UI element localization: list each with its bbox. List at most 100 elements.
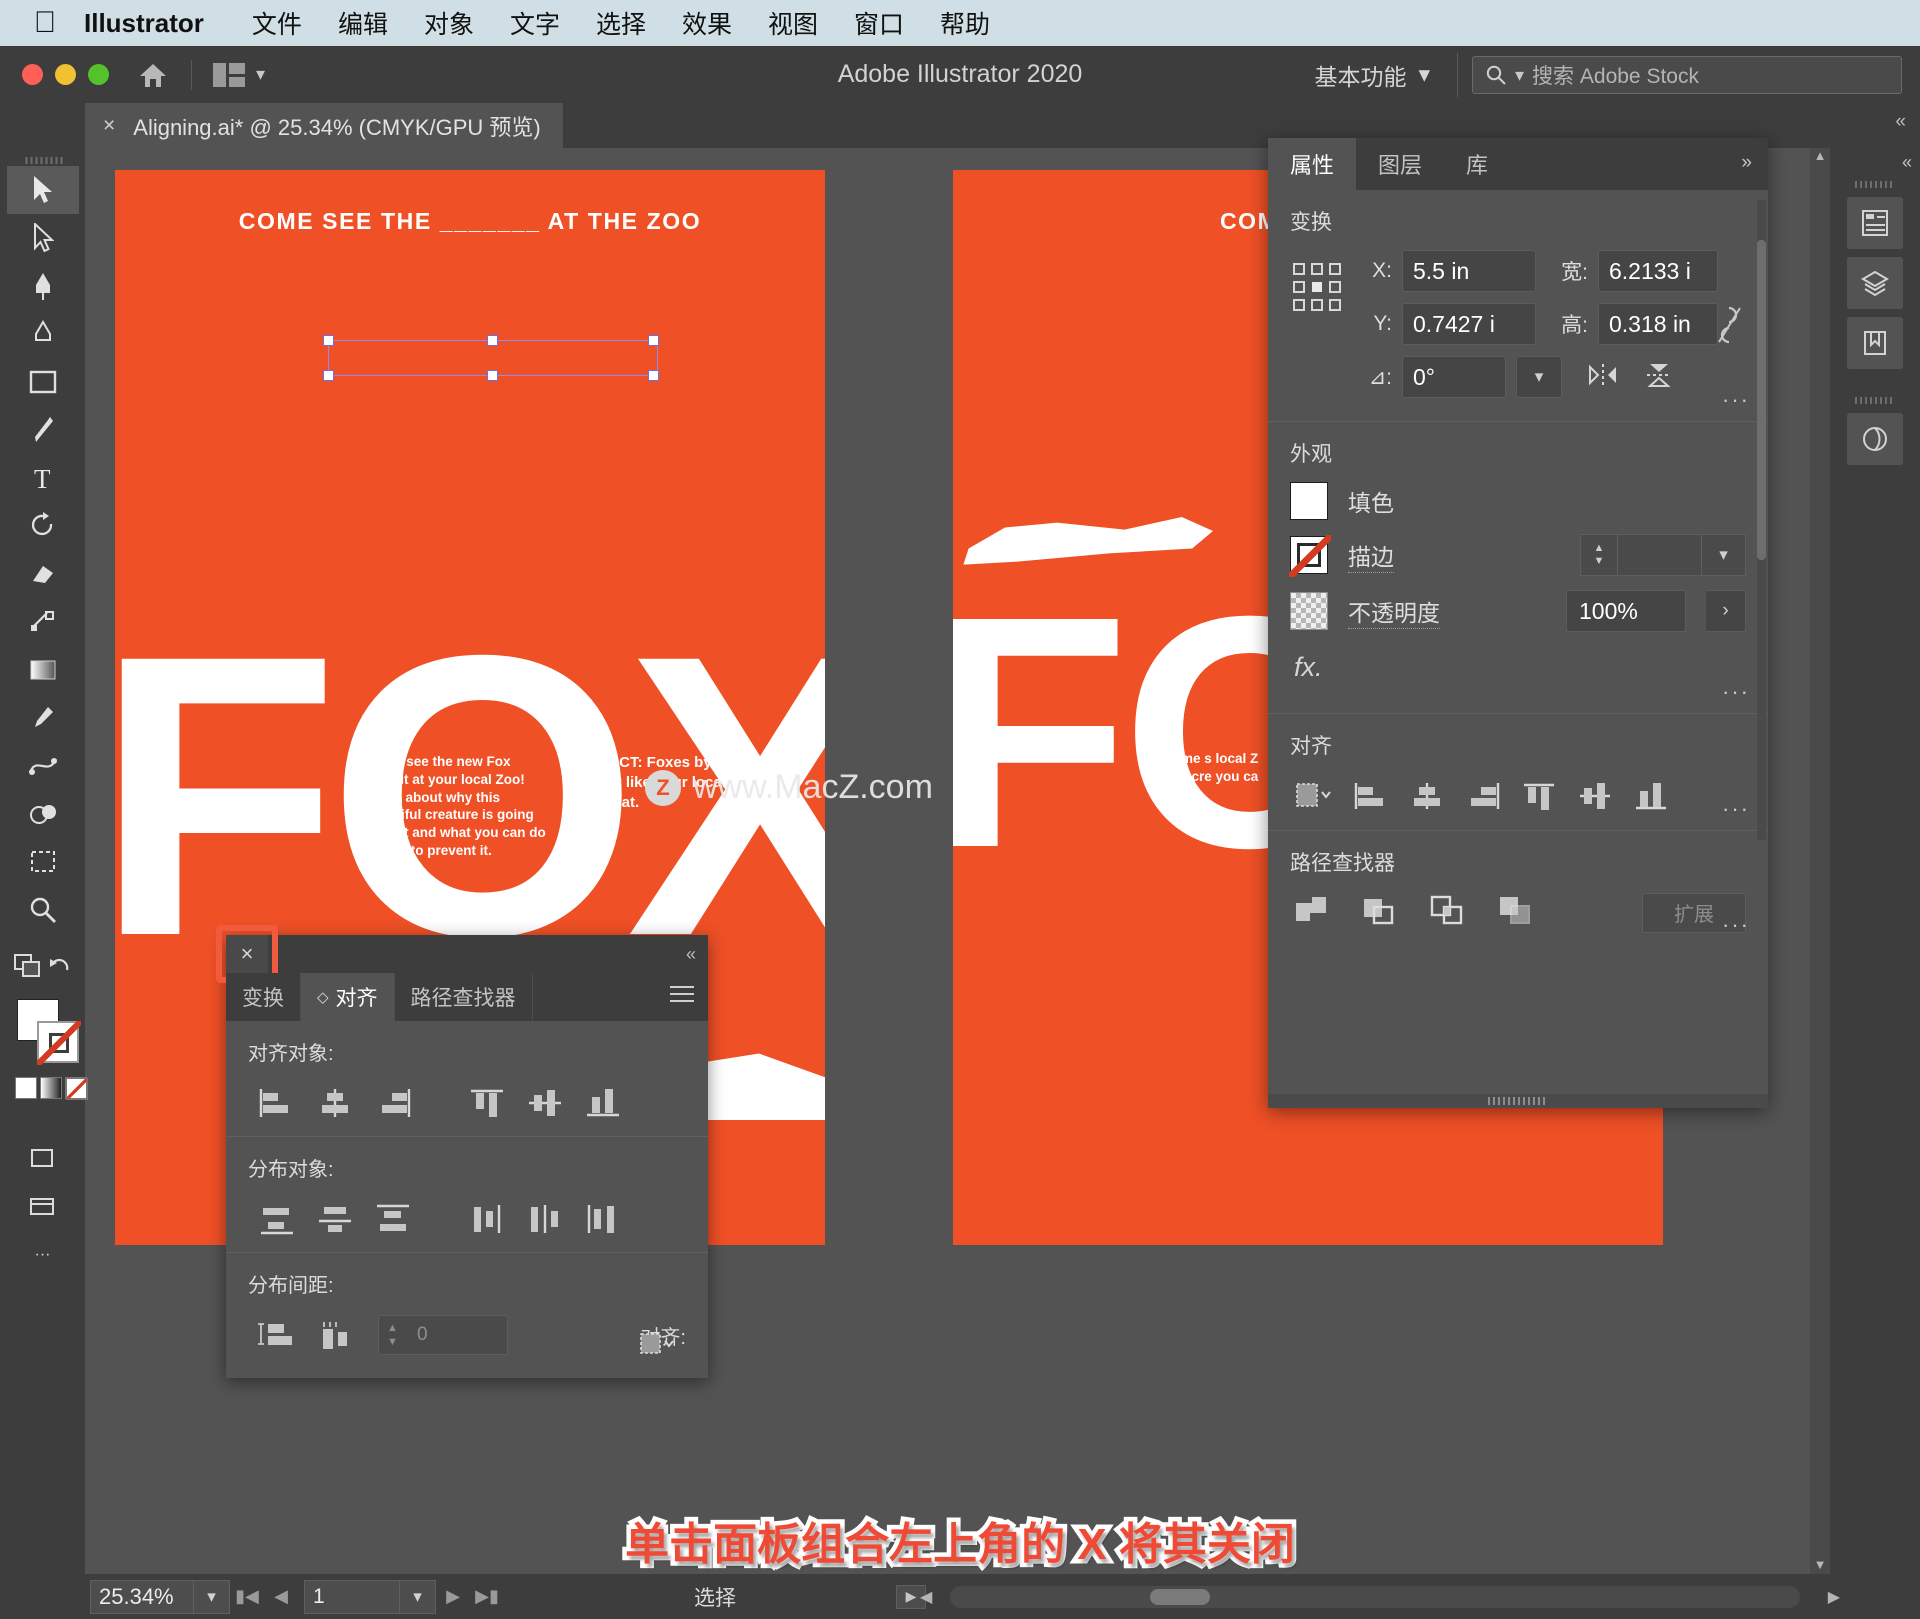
tool-zoom[interactable] bbox=[7, 886, 79, 934]
artboard1-body-text[interactable]: Come see the new Fox exhibit at your loc… bbox=[365, 753, 555, 860]
rail-collapse-icon[interactable]: « bbox=[1902, 152, 1912, 173]
menu-edit[interactable]: 编辑 bbox=[320, 5, 406, 41]
scroll-up-icon[interactable]: ▲ bbox=[1810, 148, 1830, 163]
align-panel[interactable]: × « 变换 ◇ 对齐 路径查找器 对齐对象: 分布对象: 分布间距: ▲ ▼ … bbox=[216, 925, 708, 1378]
y-input[interactable]: 0.7427 i bbox=[1402, 303, 1536, 345]
menu-object[interactable]: 对象 bbox=[406, 5, 492, 41]
tool-eraser[interactable] bbox=[7, 550, 79, 598]
align-vertical-centers-button[interactable] bbox=[516, 1080, 574, 1126]
flip-vertical-icon[interactable] bbox=[1642, 361, 1676, 394]
pathfinder-minus-front-button[interactable] bbox=[1358, 891, 1402, 934]
tool-eyedropper[interactable] bbox=[7, 694, 79, 742]
stroke-weight-dropdown-icon[interactable]: ▾ bbox=[1702, 534, 1746, 576]
tool-rotate[interactable] bbox=[7, 502, 79, 550]
props-align-left-edges-button[interactable] bbox=[1346, 774, 1396, 818]
tool-drawing-mode[interactable] bbox=[7, 1135, 79, 1183]
align-panel-titlebar[interactable]: × « bbox=[216, 925, 708, 983]
collapse-panels-icon[interactable]: « bbox=[1895, 111, 1906, 133]
canvas-horizontal-scrollbar[interactable] bbox=[950, 1585, 1800, 1608]
fill-swatch-button[interactable] bbox=[1290, 482, 1328, 520]
home-icon[interactable] bbox=[135, 57, 171, 93]
align-left-edges-button[interactable] bbox=[248, 1080, 306, 1126]
rail-grip-2[interactable] bbox=[1855, 395, 1895, 405]
tool-pen[interactable] bbox=[7, 262, 79, 310]
scroll-left-icon[interactable]: ◀ bbox=[920, 1587, 932, 1607]
rail-grip[interactable] bbox=[1855, 179, 1895, 189]
last-artboard-button[interactable]: ▶▮ bbox=[470, 1580, 504, 1614]
distribute-horizontal-centers-button[interactable] bbox=[516, 1196, 574, 1242]
props-align-right-edges-button[interactable] bbox=[1458, 774, 1508, 818]
reference-point-icon[interactable] bbox=[1290, 260, 1344, 314]
mac-app-name[interactable]: Illustrator bbox=[84, 8, 204, 39]
tool-rectangle[interactable] bbox=[7, 358, 79, 406]
workspace-switcher[interactable]: 基本功能 ▾ bbox=[1314, 58, 1430, 92]
zoom-level-input[interactable]: 25.34% bbox=[90, 1579, 194, 1614]
tool-curvature[interactable] bbox=[7, 310, 79, 358]
next-artboard-button[interactable]: ▶ bbox=[436, 1580, 470, 1614]
align-horizontal-centers-button[interactable] bbox=[306, 1080, 364, 1126]
tool-screen-mode-icon[interactable] bbox=[13, 952, 43, 985]
tool-blend[interactable] bbox=[7, 742, 79, 790]
distribute-top-edges-button[interactable] bbox=[248, 1196, 306, 1242]
tool-type[interactable]: T bbox=[7, 454, 79, 502]
pathfinder-more-options[interactable]: ··· bbox=[1722, 912, 1750, 938]
tool-selection[interactable] bbox=[6, 166, 79, 214]
first-artboard-button[interactable]: ▮◀ bbox=[230, 1580, 264, 1614]
tab-properties[interactable]: 属性 bbox=[1268, 138, 1357, 190]
distribute-vertical-centers-button[interactable] bbox=[306, 1196, 364, 1242]
flip-horizontal-icon[interactable] bbox=[1586, 361, 1620, 394]
arrange-dropdown-chevron-icon[interactable]: ▾ bbox=[256, 64, 265, 85]
spacing-input[interactable]: ▲ ▼ 0 bbox=[378, 1315, 508, 1355]
angle-dropdown-icon[interactable]: ▾ bbox=[1516, 356, 1562, 398]
close-window-button[interactable] bbox=[22, 64, 43, 85]
apple-icon[interactable]:  bbox=[28, 6, 62, 40]
effects-button[interactable]: fx. bbox=[1290, 646, 1746, 701]
props-align-bottom-edges-button[interactable] bbox=[1626, 774, 1676, 818]
panel-menu-icon[interactable] bbox=[670, 986, 694, 1007]
more-tools-button[interactable]: ··· bbox=[7, 1231, 79, 1279]
align-more-options[interactable]: ··· bbox=[1722, 796, 1750, 822]
opacity-options-icon[interactable]: › bbox=[1706, 590, 1746, 632]
horizontal-scroll-thumb[interactable] bbox=[1150, 1588, 1210, 1605]
properties-panel-scrollbar[interactable] bbox=[1757, 200, 1766, 840]
artboard-dropdown-icon[interactable]: ▾ bbox=[400, 1579, 436, 1614]
document-tab[interactable]: × Aligning.ai* @ 25.34% (CMYK/GPU 预览) bbox=[85, 103, 564, 148]
tool-scale[interactable] bbox=[7, 598, 79, 646]
menu-select[interactable]: 选择 bbox=[578, 5, 664, 41]
pathfinder-exclude-button[interactable] bbox=[1494, 891, 1538, 934]
stroke-swatch[interactable] bbox=[36, 1021, 81, 1065]
brushes-rail-icon[interactable] bbox=[1847, 413, 1903, 465]
maximize-window-button[interactable] bbox=[88, 64, 109, 85]
selection-handle-tl[interactable] bbox=[323, 335, 334, 346]
tab-layers[interactable]: 图层 bbox=[1356, 138, 1444, 190]
constrain-proportions-icon[interactable] bbox=[1714, 302, 1744, 353]
selection-handle-tr[interactable] bbox=[648, 335, 659, 346]
pathfinder-intersect-button[interactable] bbox=[1426, 891, 1470, 934]
tool-paintbrush[interactable] bbox=[7, 406, 79, 454]
tool-artboard[interactable] bbox=[7, 838, 79, 886]
libraries-rail-icon[interactable] bbox=[1847, 317, 1903, 369]
selection-handle-tc[interactable] bbox=[487, 335, 498, 346]
props-align-horizontal-centers-button[interactable] bbox=[1402, 774, 1452, 818]
width-input[interactable]: 6.2133 i bbox=[1598, 250, 1718, 292]
align-to-selection-button[interactable] bbox=[628, 1322, 686, 1368]
menu-view[interactable]: 视图 bbox=[750, 5, 836, 41]
scroll-right-icon[interactable]: ▶ bbox=[1828, 1587, 1840, 1607]
artboard1-fun-fact[interactable]: FUN FACT: Foxes by nature act a lot like… bbox=[565, 753, 765, 812]
spacing-stepper-icon[interactable]: ▲ ▼ bbox=[387, 1321, 398, 1349]
menu-window[interactable]: 窗口 bbox=[836, 5, 922, 41]
pathfinder-unite-button[interactable] bbox=[1290, 891, 1334, 934]
props-align-to-selection-button[interactable] bbox=[1290, 774, 1340, 818]
zoom-dropdown-icon[interactable]: ▾ bbox=[194, 1579, 230, 1614]
transform-more-options[interactable]: ··· bbox=[1722, 387, 1750, 413]
props-align-vertical-centers-button[interactable] bbox=[1570, 774, 1620, 818]
properties-collapse-icon[interactable]: » bbox=[1741, 152, 1752, 174]
align-bottom-edges-button[interactable] bbox=[574, 1080, 632, 1126]
artboard1-headline[interactable]: COME SEE THE _______ AT THE ZOO bbox=[115, 208, 825, 235]
tools-panel-grip[interactable] bbox=[22, 154, 63, 166]
artboard2-body-text[interactable]: Come s local Z tiful cre you ca bbox=[1163, 750, 1273, 786]
distribute-left-edges-button[interactable] bbox=[458, 1196, 516, 1242]
minimize-window-button[interactable] bbox=[55, 64, 76, 85]
tab-pathfinder[interactable]: 路径查找器 bbox=[395, 973, 533, 1021]
appearance-more-options[interactable]: ··· bbox=[1722, 679, 1750, 705]
